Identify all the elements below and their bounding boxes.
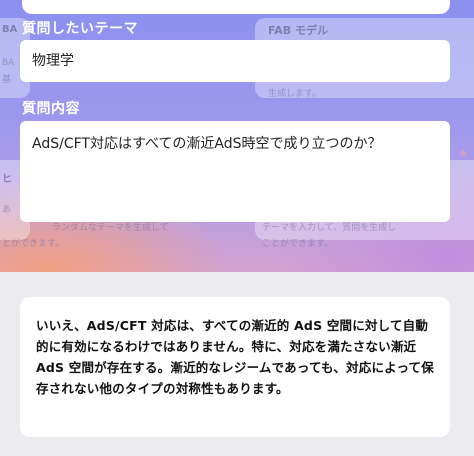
top-card-edge — [22, 0, 450, 14]
background-card-title: ヒ — [2, 174, 12, 185]
question-label: 質問内容 — [22, 101, 80, 117]
background-card-text: とができます。 — [2, 239, 65, 249]
answer-text: いいえ、AdS/CFT 対応は、すべての漸近的 AdS 空間に対して自動的に有効… — [36, 318, 434, 396]
theme-label: 質問したいテーマ — [22, 21, 138, 37]
background-card-title: FAB モデル — [268, 24, 328, 37]
background-card-text: BA — [2, 58, 15, 68]
background-card-text: ことができます。 — [262, 239, 334, 249]
background-hero: BA BA 基 FAB モデル 生成します。 ヒ あ ランダムなテーマを生成して… — [0, 0, 474, 272]
answer-card: いいえ、AdS/CFT 対応は、すべての漸近的 AdS 空間に対して自動的に有効… — [20, 297, 450, 437]
background-card-title: BA — [2, 24, 18, 35]
background-card-text: 基 — [2, 75, 12, 85]
theme-input[interactable]: 物理学 — [20, 40, 450, 82]
background-card-text: あ — [2, 205, 12, 215]
star-icon: ★ — [458, 146, 469, 160]
question-textarea[interactable]: AdS/CFT対応はすべての漸近AdS時空で成り立つのか？ — [20, 121, 450, 222]
background-card-text: 生成します。 — [268, 89, 322, 99]
